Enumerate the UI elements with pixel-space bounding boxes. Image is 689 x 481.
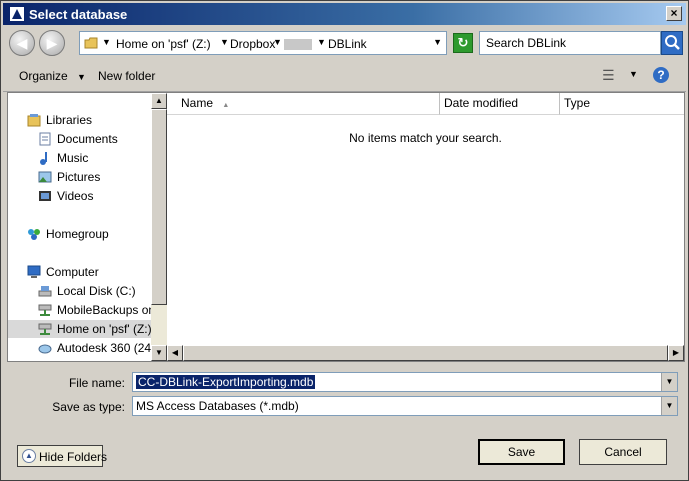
save-as-type-select[interactable]: MS Access Databases (*.mdb) ▼ <box>132 396 678 416</box>
address-bar[interactable]: ▼ Home on 'psf' (Z:) ▼ Dropbox ▼ ▼ DBLin… <box>79 31 447 55</box>
sidebar-item-label: MobileBackups on ' <box>57 303 151 317</box>
file-name-field[interactable]: CC-DBLink-ExportImporting.mdb ▼ <box>132 372 678 392</box>
browser-pane: Libraries Documents Music Pictures Video… <box>7 92 685 362</box>
navigation-bar: ◀ ▶ ▼ Home on 'psf' (Z:) ▼ Dropbox ▼ ▼ D… <box>7 29 684 57</box>
local-disk-icon <box>38 284 52 298</box>
search-input[interactable]: Search DBLink <box>479 31 661 55</box>
command-toolbar: Organize ▼ New folder ☰ ▼ ? <box>3 63 686 92</box>
documents-icon <box>38 132 52 146</box>
breadcrumb-arrow-icon[interactable]: ▼ <box>220 37 229 47</box>
scroll-left-icon[interactable]: ◀ <box>167 345 183 361</box>
empty-list-message: No items match your search. <box>349 131 502 145</box>
breadcrumb-arrow-icon[interactable]: ▼ <box>102 37 111 47</box>
sidebar-item-label: Pictures <box>57 170 101 184</box>
sidebar-item-label: Computer <box>46 265 99 279</box>
address-history-dropdown-icon[interactable]: ▼ <box>433 37 442 47</box>
libraries-icon <box>27 113 41 127</box>
music-icon <box>38 151 52 165</box>
views-icon[interactable]: ☰ <box>602 67 615 84</box>
organize-menu[interactable]: Organize ▼ <box>19 69 86 83</box>
computer-icon <box>27 265 41 279</box>
sidebar-item-label: Libraries <box>46 113 93 127</box>
window-title: Select database <box>29 7 128 22</box>
column-label: Name <box>181 96 214 110</box>
hide-folders-label: Hide Folders <box>39 450 108 464</box>
breadcrumb-dblink[interactable]: DBLink <box>328 37 367 51</box>
file-list[interactable]: Name ▲ Date modified Type No items match… <box>167 93 684 361</box>
column-header-name[interactable]: Name ▲ <box>167 93 440 115</box>
breadcrumb-home[interactable]: Home on 'psf' (Z:) <box>116 37 211 51</box>
sidebar-item-label: Videos <box>57 189 94 203</box>
forward-button[interactable]: ▶ <box>39 30 65 56</box>
close-button[interactable]: × <box>666 6 682 21</box>
scroll-up-icon[interactable]: ▲ <box>151 93 167 109</box>
navigation-scrollbar[interactable]: ▲ ▼ <box>151 93 167 361</box>
column-header-date-modified[interactable]: Date modified <box>440 93 560 115</box>
scroll-right-icon[interactable]: ▶ <box>668 345 684 361</box>
network-drive-icon <box>38 322 52 336</box>
videos-icon <box>38 189 52 203</box>
scroll-thumb[interactable] <box>183 345 668 361</box>
cancel-button[interactable]: Cancel <box>579 439 667 465</box>
folder-icon <box>84 36 98 50</box>
file-list-horizontal-scrollbar[interactable]: ◀ ▶ <box>167 345 684 361</box>
search-icon[interactable] <box>661 31 683 55</box>
refresh-button[interactable]: ↻ <box>453 33 473 53</box>
sidebar-item-label: Music <box>57 151 89 165</box>
app-icon <box>9 6 25 22</box>
save-as-type-label: Save as type: <box>52 400 125 414</box>
sidebar-item-label: Home on 'psf' (Z:) <box>57 322 151 336</box>
hide-folders-button[interactable]: ▲ Hide Folders <box>17 445 107 467</box>
chevron-down-icon: ▼ <box>77 72 86 82</box>
help-icon[interactable]: ? <box>653 67 669 83</box>
cloud-drive-icon <box>38 341 52 355</box>
column-header-type[interactable]: Type <box>560 93 684 115</box>
network-drive-icon <box>38 303 52 317</box>
breadcrumb-arrow-icon[interactable]: ▼ <box>317 37 326 47</box>
title-bar[interactable]: Select database × <box>3 3 686 25</box>
sort-ascending-icon: ▲ <box>222 102 230 109</box>
breadcrumb-arrow-icon[interactable]: ▼ <box>273 37 282 47</box>
pictures-icon <box>38 170 52 184</box>
sidebar-item-label: Autodesk 360 (242 <box>57 341 151 355</box>
chevron-down-icon[interactable]: ▼ <box>661 373 677 391</box>
sidebar-item-label: Homegroup <box>46 227 109 241</box>
scroll-thumb[interactable] <box>151 109 167 305</box>
homegroup-icon <box>27 227 41 241</box>
sidebar-item-label: Documents <box>57 132 118 146</box>
sidebar-item-label: Local Disk (C:) <box>57 284 136 298</box>
views-dropdown-icon[interactable]: ▼ <box>629 69 638 79</box>
file-name-value[interactable]: CC-DBLink-ExportImporting.mdb <box>136 375 316 389</box>
back-button[interactable]: ◀ <box>9 30 35 56</box>
navigation-tree: Libraries Documents Music Pictures Video… <box>8 93 151 361</box>
breadcrumb-redacted[interactable] <box>284 39 312 50</box>
scroll-down-icon[interactable]: ▼ <box>151 345 167 361</box>
organize-label: Organize <box>19 69 68 83</box>
breadcrumb-dropbox[interactable]: Dropbox <box>230 37 275 51</box>
save-as-type-value: MS Access Databases (*.mdb) <box>136 399 299 413</box>
new-folder-button[interactable]: New folder <box>98 69 155 83</box>
chevron-down-icon[interactable]: ▼ <box>661 397 677 415</box>
select-database-dialog: Select database × ◀ ▶ ▼ Home on 'psf' (Z… <box>0 0 689 481</box>
save-button[interactable]: Save <box>478 439 565 465</box>
file-name-label: File name: <box>68 376 125 390</box>
chevron-up-icon: ▲ <box>22 449 36 463</box>
sidebar-item-home-psf[interactable]: Home on 'psf' (Z:) <box>8 320 151 338</box>
